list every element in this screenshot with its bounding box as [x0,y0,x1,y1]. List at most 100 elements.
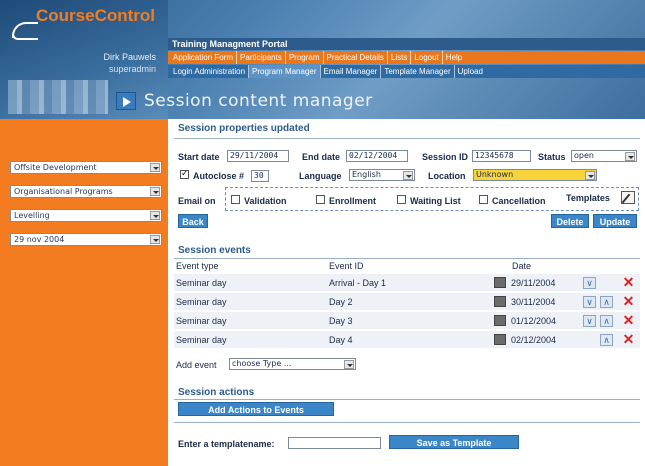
nav-logout[interactable]: Logout [411,51,443,64]
col-event-type: Event type [176,261,219,271]
back-button[interactable]: Back [178,214,208,228]
col-event-id: Event ID [329,261,364,271]
calendar-icon[interactable] [494,277,506,288]
divider [174,258,640,259]
move-up-icon[interactable]: ∧ [600,315,613,327]
secondary-nav: Login Administration Program Manager Ema… [168,65,645,78]
sidebar: Offsite Development Organisational Progr… [0,119,168,466]
save-template-button[interactable]: Save as Template [389,435,519,449]
nav-upload[interactable]: Upload [455,65,486,78]
table-row: Seminar day Day 3 01/12/2004 ∨ ∧ ✕ [174,312,640,330]
event-type: Seminar day [176,335,227,345]
nav-login-administration[interactable]: Login Administration [170,65,250,78]
status-select[interactable]: open [571,150,637,162]
autoclose-checkbox[interactable] [180,168,189,179]
event-date: 01/12/2004 [511,316,557,326]
move-up-icon[interactable]: ∧ [600,334,613,346]
event-id: Day 3 [329,316,353,326]
location-label: Location [428,171,466,181]
calendar-icon[interactable] [494,334,506,345]
nav-participants[interactable]: Participants [237,51,286,64]
program-select[interactable]: Organisational Programs [10,185,162,198]
move-down-icon[interactable]: ∨ [583,296,596,308]
page-title: Session content manager [144,91,373,111]
divider [174,138,640,139]
delete-icon[interactable]: ✕ [622,332,635,346]
event-date: 30/11/2004 [511,297,556,307]
chevron-down-icon [344,360,354,369]
language-label: Language [299,171,342,181]
nav-practical-details[interactable]: Practical Details [324,51,388,64]
waiting-list-label: Waiting List [410,196,461,206]
nav-program[interactable]: Program [286,51,324,64]
validation-label: Validation [244,196,287,206]
nav-template-manager[interactable]: Template Manager [381,65,455,78]
cancellation-checkbox[interactable] [479,195,488,204]
delete-icon[interactable]: ✕ [622,294,635,308]
enrollment-label: Enrollment [329,196,377,206]
title-bar: Session content manager [116,88,645,114]
status-label: Status [538,152,566,162]
start-date-input[interactable]: 29/11/2004 [227,150,289,162]
col-date: Date [512,261,532,271]
add-event-label: Add event [176,360,217,370]
nav-application-form[interactable]: Application Form [170,51,238,64]
portal-title: Training Managment Portal [168,38,645,50]
update-button[interactable]: Update [593,214,637,228]
end-date-input[interactable]: 02/12/2004 [346,150,408,162]
delete-icon[interactable]: ✕ [622,313,635,327]
course-select[interactable]: Levelling [10,209,162,222]
nav-email-manager[interactable]: Email Manager [321,65,382,78]
primary-nav: Application Form Participants Program Pr… [168,51,645,64]
email-on-label: Email on [178,196,216,206]
logo-swoosh-lower-icon [12,34,38,40]
chevron-down-icon [150,235,160,244]
arrow-icon [116,92,136,110]
table-row: Seminar day Day 4 02/12/2004 ∧ ✕ [174,331,640,349]
add-actions-button[interactable]: Add Actions to Events [178,402,334,416]
chevron-down-icon [150,163,160,172]
move-down-icon[interactable]: ∨ [583,315,596,327]
add-event-select[interactable]: choose Type ... [229,358,356,370]
divider [174,422,640,423]
session-id-label: Session ID [422,152,469,162]
event-date: 29/11/2004 [511,278,556,288]
move-up-icon[interactable]: ∧ [600,296,613,308]
waiting-list-checkbox[interactable] [397,195,406,204]
people-photo-strip [8,80,108,114]
events-heading: Session events [178,245,251,256]
autoclose-input[interactable]: 30 [251,170,269,182]
event-id: Day 4 [329,335,353,345]
event-id: Day 2 [329,297,353,307]
language-select[interactable]: English [349,169,415,181]
calendar-icon[interactable] [494,315,506,326]
validation-checkbox[interactable] [231,195,240,204]
nav-program-manager[interactable]: Program Manager [249,65,321,78]
calendar-icon[interactable] [494,296,506,307]
nav-help[interactable]: Help [443,51,465,64]
location-select[interactable]: Unknown [473,169,597,181]
actions-heading: Session actions [178,387,255,398]
session-id-input[interactable]: 12345678 [472,150,531,162]
main-content: Session properties updated Start date 29… [168,119,645,466]
chevron-down-icon [150,187,160,196]
program-type-select[interactable]: Offsite Development [10,161,162,174]
delete-icon[interactable]: ✕ [622,275,635,289]
session-select[interactable]: 29 nov 2004 [10,233,162,246]
start-date-label: Start date [178,152,220,162]
template-name-input[interactable] [288,437,381,449]
move-down-icon[interactable]: ∨ [583,277,596,289]
event-type: Seminar day [176,297,227,307]
divider [174,399,640,400]
chevron-down-icon [625,152,635,161]
delete-button[interactable]: Delete [551,214,589,228]
end-date-label: End date [302,152,341,162]
nav-lists[interactable]: Lists [388,51,412,64]
autoclose-label: Autoclose # [193,171,245,181]
cancellation-label: Cancellation [492,196,546,206]
event-date: 02/12/2004 [511,335,557,345]
event-type: Seminar day [176,316,227,326]
table-row: Seminar day Day 2 30/11/2004 ∨ ∧ ✕ [174,293,640,311]
edit-template-icon[interactable] [621,191,635,204]
enrollment-checkbox[interactable] [316,195,325,204]
